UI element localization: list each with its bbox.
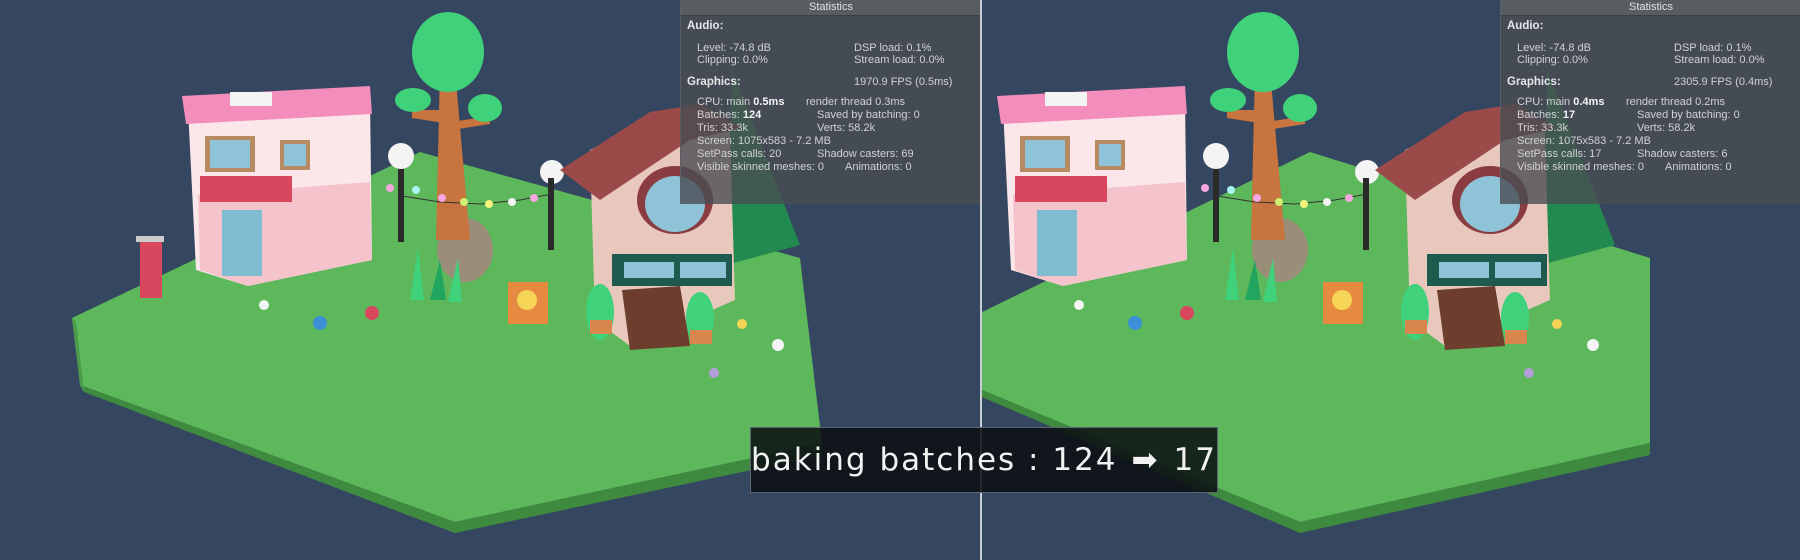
skinned-meshes: Visible skinned meshes: 0 xyxy=(1517,161,1644,173)
cpu-main: CPU: main 0.4ms xyxy=(1517,96,1605,108)
statistics-panel-after: Statistics Audio: Level: -74.8 dB DSP lo… xyxy=(1500,0,1800,204)
render-thread: render thread 0.2ms xyxy=(1626,96,1726,108)
animations: Animations: 0 xyxy=(1665,161,1732,173)
tree-trunk xyxy=(436,70,470,240)
batching-caption: baking batches : 124 ➡ 17 xyxy=(750,427,1218,493)
tris: Tris: 33.3k xyxy=(697,122,748,134)
verts: Verts: 58.2k xyxy=(817,122,876,134)
audio-section-label: Audio: xyxy=(1507,20,1544,32)
clipping: Clipping: 0.0% xyxy=(697,54,768,66)
skinned-meshes: Visible skinned meshes: 0 xyxy=(697,161,824,173)
tree-canopy xyxy=(412,12,484,92)
screen-info: Screen: 1075x583 - 7.2 MB xyxy=(697,135,831,147)
audio-section-label: Audio: xyxy=(687,20,724,32)
statistics-title: Statistics xyxy=(1501,0,1800,16)
caption-prefix: baking batches : 124 xyxy=(751,442,1118,478)
graphics-section-label: Graphics: xyxy=(687,76,741,88)
setpass-calls: SetPass calls: 17 xyxy=(1517,148,1602,160)
caption-suffix: 17 xyxy=(1173,442,1217,478)
shadow-casters: Shadow casters: 69 xyxy=(817,148,914,160)
render-thread: render thread 0.3ms xyxy=(806,96,906,108)
setpass-calls: SetPass calls: 20 xyxy=(697,148,782,160)
saved-by-batching: Saved by batching: 0 xyxy=(1637,109,1740,121)
fps-readout: 2305.9 FPS (0.4ms) xyxy=(1674,76,1773,88)
audio-level: Level: -74.8 dB xyxy=(1517,42,1591,54)
screen-info: Screen: 1075x583 - 7.2 MB xyxy=(1517,135,1651,147)
stream-load: Stream load: 0.0% xyxy=(1674,54,1765,66)
animations: Animations: 0 xyxy=(845,161,912,173)
graphics-section-label: Graphics: xyxy=(1507,76,1561,88)
clipping: Clipping: 0.0% xyxy=(1517,54,1588,66)
dsp-load: DSP load: 0.1% xyxy=(1674,42,1752,54)
verts: Verts: 58.2k xyxy=(1637,122,1696,134)
batches: Batches: 124 xyxy=(697,109,762,121)
fps-readout: 1970.9 FPS (0.5ms) xyxy=(854,76,953,88)
saved-by-batching: Saved by batching: 0 xyxy=(817,109,920,121)
right-arrow-icon: ➡ xyxy=(1131,442,1160,478)
shadow-casters: Shadow casters: 6 xyxy=(1637,148,1728,160)
audio-level: Level: -74.8 dB xyxy=(697,42,771,54)
cpu-main: CPU: main 0.5ms xyxy=(697,96,785,108)
statistics-title: Statistics xyxy=(681,0,980,16)
statistics-panel-before: Statistics Audio: Level: -74.8 dB DSP lo… xyxy=(680,0,980,204)
dsp-load: DSP load: 0.1% xyxy=(854,42,932,54)
batches: Batches: 17 xyxy=(1517,109,1576,121)
stream-load: Stream load: 0.0% xyxy=(854,54,945,66)
comparison-screenshot: Statistics Audio: Level: -74.8 dB DSP lo… xyxy=(0,0,1800,560)
tris: Tris: 33.3k xyxy=(1517,122,1568,134)
